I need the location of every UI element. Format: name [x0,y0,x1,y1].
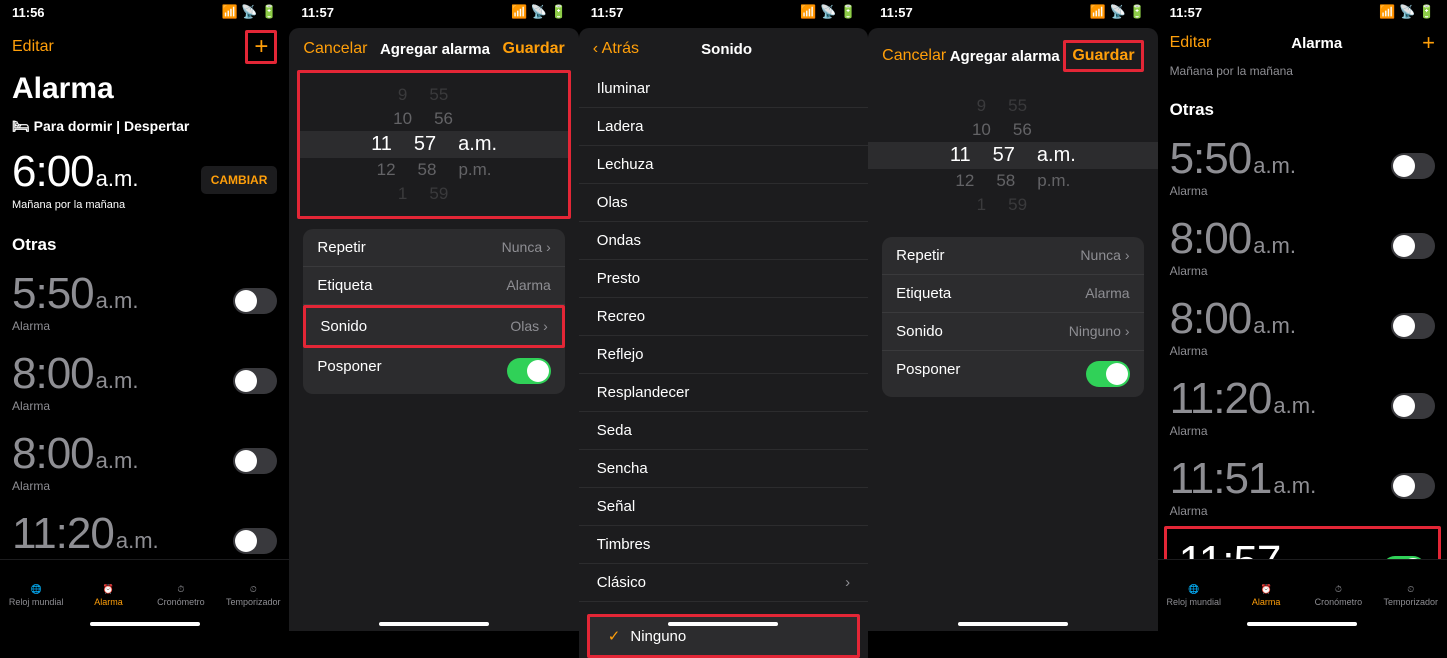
snooze-row[interactable]: Posponer [882,351,1143,397]
home-indicator [90,622,200,626]
sound-option[interactable]: Presto [579,260,868,298]
alarm-toggle[interactable] [1391,233,1435,259]
tab-world[interactable]: 🌐Reloj mundial [1158,560,1230,631]
status-icons: 📶 📡 🔋 [222,4,278,20]
sound-option[interactable]: Iluminar [579,70,868,108]
alarm-row[interactable]: 11:51a.m.Alarma [1158,446,1447,526]
home-indicator [668,622,778,626]
add-button[interactable]: + [1422,30,1435,56]
status-bar: 11:56 📶 📡 🔋 [0,0,289,22]
sound-row[interactable]: SonidoOlas› [303,305,564,348]
change-button[interactable]: CAMBIAR [201,166,278,194]
time-picker[interactable]: 955 1056 1157a.m. 1258p.m. 159 [300,73,567,216]
alarm-toggle[interactable] [1391,153,1435,179]
options-list: RepetirNunca› EtiquetaAlarma SonidoOlas›… [303,229,564,394]
edit-button[interactable]: Editar [12,38,54,56]
alarm-toggle[interactable] [233,288,277,314]
save-button[interactable]: Guardar [1063,40,1143,72]
sound-option[interactable]: Ondas [579,222,868,260]
screen-add-alarm-2: 11:57📶 📡 🔋 CancelarAgregar alarmaGuardar… [868,0,1157,631]
tab-stopwatch[interactable]: ⏱Cronómetro [1302,560,1374,631]
sound-option[interactable]: Resplandecer [579,374,868,412]
sound-option[interactable]: Sencha [579,450,868,488]
others-header: Otras [0,221,289,261]
back-button[interactable]: ‹ Atrás [593,40,639,58]
cancel-button[interactable]: Cancelar [303,40,367,58]
alarm-toggle[interactable] [233,368,277,394]
screen-sound: 11:57📶 📡 🔋 ‹ AtrásSonido IluminarLaderaL… [579,0,868,631]
sheet-title: Sonido [639,41,814,58]
sound-option[interactable]: Olas [579,184,868,222]
tab-timer[interactable]: ⏲Temporizador [1375,560,1447,631]
screen-alarm-list-2: 11:57📶 📡 🔋 EditarAlarma+ Mañana por la m… [1158,0,1447,631]
alarm-row[interactable]: 8:00a.m.Alarma [1158,286,1447,366]
tab-bar: 🌐Reloj mundial ⏰Alarma ⏱Cronómetro ⏲Temp… [0,559,289,631]
sound-option[interactable]: Ladera [579,108,868,146]
add-button[interactable]: + [245,30,277,64]
label-row[interactable]: EtiquetaAlarma [303,267,564,305]
alarm-row[interactable]: 5:50a.m.Alarma [1158,126,1447,206]
home-indicator [379,622,489,626]
repeat-row[interactable]: RepetirNunca› [882,237,1143,275]
sound-option[interactable]: Timbres [579,526,868,564]
label-row[interactable]: EtiquetaAlarma [882,275,1143,313]
sound-option[interactable]: Lechuza [579,146,868,184]
repeat-row[interactable]: RepetirNunca› [303,229,564,267]
alarm-row[interactable]: 8:00a.m.Alarma [1158,206,1447,286]
alarm-toggle[interactable] [1391,393,1435,419]
tab-alarm[interactable]: ⏰Alarma [72,560,144,631]
sheet-title: Agregar alarma [367,41,502,58]
alarm-row[interactable]: 11:20a.m.Alarma [1158,366,1447,446]
edit-button[interactable]: Editar [1170,34,1212,52]
home-indicator [958,622,1068,626]
page-title: Alarma [0,72,289,114]
sound-option[interactable]: Clásico› [579,564,868,602]
alarm-toggle[interactable] [1391,313,1435,339]
tab-stopwatch[interactable]: ⏱Cronómetro [145,560,217,631]
cancel-button[interactable]: Cancelar [882,47,946,65]
status-time: 11:56 [12,5,45,20]
snooze-row[interactable]: Posponer [303,348,564,394]
save-button[interactable]: Guardar [503,40,565,58]
alarm-toggle[interactable] [233,528,277,554]
tab-world[interactable]: 🌐Reloj mundial [0,560,72,631]
alarm-toggle[interactable] [233,448,277,474]
tab-alarm[interactable]: ⏰Alarma [1230,560,1302,631]
time-picker[interactable]: 955 1056 1157a.m. 1258p.m. 159 [868,84,1157,227]
sound-row[interactable]: SonidoNinguno› [882,313,1143,351]
sound-option[interactable]: Recreo [579,298,868,336]
screen-add-alarm: 11:57📶 📡 🔋 CancelarAgregar alarmaGuardar… [289,0,578,631]
snooze-toggle[interactable] [507,358,551,384]
sleep-time: 6:00 [12,147,94,197]
none-row[interactable]: ✓Ninguno [587,614,860,658]
sleep-header: 🛏 Para dormir | Despertar [0,114,289,139]
sound-option[interactable]: Señal [579,488,868,526]
screen-alarm-list: 11:56 📶 📡 🔋 Editar + Alarma 🛏 Para dormir … [0,0,289,631]
home-indicator [1247,622,1357,626]
alarm-row[interactable]: 8:00a.m.Alarma [0,341,289,421]
tab-timer[interactable]: ⏲Temporizador [217,560,289,631]
sound-option[interactable]: Reflejo [579,336,868,374]
alarm-toggle[interactable] [1391,473,1435,499]
alarm-row[interactable]: 8:00a.m.Alarma [0,421,289,501]
sound-option[interactable]: Seda [579,412,868,450]
alarm-row[interactable]: 5:50a.m.Alarma [0,261,289,341]
